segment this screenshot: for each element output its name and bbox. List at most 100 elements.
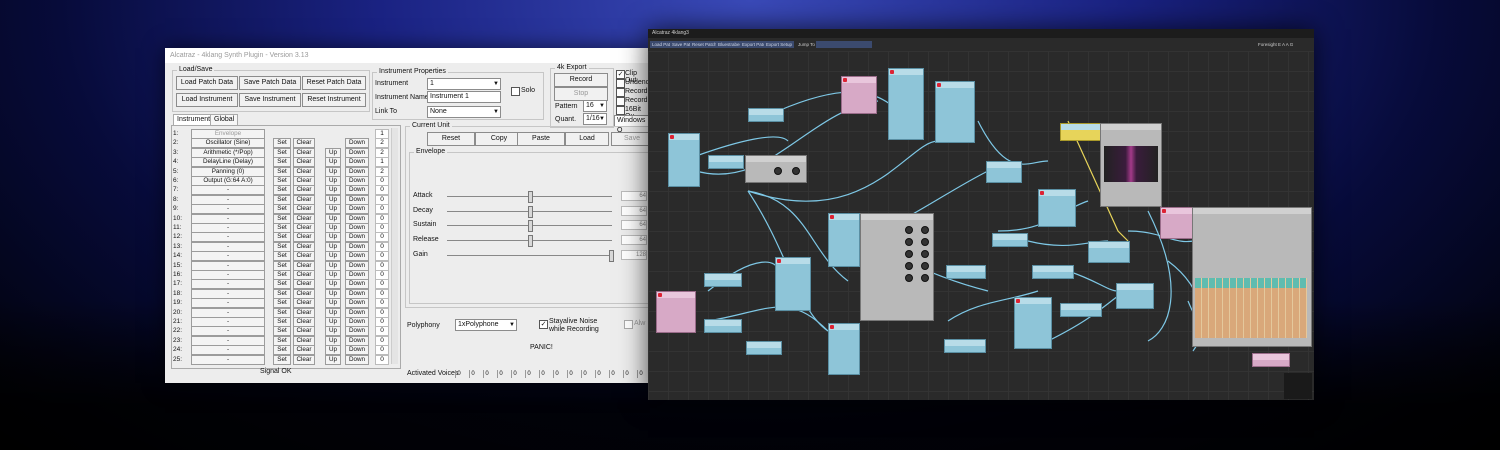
scale-node[interactable]: [708, 155, 744, 169]
close-icon[interactable]: [658, 293, 662, 297]
oscillator-node[interactable]: [888, 68, 924, 140]
knob[interactable]: [905, 274, 913, 282]
close-icon[interactable]: [777, 259, 781, 263]
param-slider[interactable]: [447, 191, 612, 203]
signal-visualizer-node[interactable]: [1060, 123, 1102, 141]
oscillator-detail-node[interactable]: [860, 213, 934, 321]
scale-node[interactable]: [704, 319, 742, 333]
link-to-select[interactable]: None ▼: [427, 106, 501, 118]
voice-manager-panel[interactable]: [1192, 207, 1312, 347]
knob[interactable]: [921, 274, 929, 282]
close-icon[interactable]: [830, 215, 834, 219]
knob[interactable]: [921, 226, 929, 234]
slider-thumb[interactable]: [609, 249, 614, 262]
polyphony-select[interactable]: 1xPolyphone ▼: [455, 319, 517, 331]
save-instrument-button[interactable]: Save Instrument: [239, 93, 301, 107]
reset-instrument-button[interactable]: Reset Instrument: [302, 93, 366, 107]
tab-global[interactable]: Global: [210, 114, 239, 125]
param-slider[interactable]: [447, 220, 612, 233]
scale-node[interactable]: [704, 273, 742, 287]
knob[interactable]: [905, 238, 913, 246]
close-icon[interactable]: [890, 70, 894, 74]
knob[interactable]: [774, 167, 782, 175]
param-value[interactable]: 64: [621, 220, 647, 231]
export-setup-toolbar-button[interactable]: Export Setup: [764, 41, 795, 48]
reset-unit-button[interactable]: Reset: [427, 132, 475, 146]
unit-value-field[interactable]: 0: [375, 354, 389, 365]
quant-select[interactable]: 1/16 ▼: [583, 113, 607, 125]
unit-clear-button[interactable]: Clear: [293, 354, 315, 365]
close-icon[interactable]: [1016, 299, 1020, 303]
voice-attack-velocity-node[interactable]: [946, 265, 986, 279]
voice-mixer-node[interactable]: [1116, 283, 1154, 309]
knob[interactable]: [921, 250, 929, 258]
lfo-node[interactable]: [656, 291, 696, 333]
oscillator-node[interactable]: [828, 213, 860, 267]
param-value[interactable]: 64: [621, 191, 647, 201]
load-instrument-button[interactable]: Load Instrument: [176, 93, 238, 107]
stayalive-checkbox[interactable]: ✓: [539, 320, 548, 329]
adsr-node[interactable]: [668, 133, 700, 187]
signal-visualizer-panel[interactable]: [1100, 123, 1162, 207]
param-slider[interactable]: [447, 235, 612, 248]
scale-detail-node[interactable]: [745, 155, 807, 183]
close-icon[interactable]: [830, 325, 834, 329]
jump-to-select[interactable]: [816, 41, 872, 48]
paste-unit-button[interactable]: Paste: [517, 132, 565, 146]
instrument-name-field[interactable]: Instrument 1: [427, 91, 501, 103]
bq-filter-node[interactable]: [1038, 189, 1076, 227]
slider-thumb[interactable]: [528, 235, 533, 248]
knob[interactable]: [792, 167, 800, 175]
undenormalize-checkbox[interactable]: [616, 79, 625, 88]
param-slider[interactable]: [447, 205, 612, 218]
slider-thumb[interactable]: [528, 220, 533, 233]
solo-checkbox[interactable]: [511, 87, 520, 96]
close-icon[interactable]: [1162, 209, 1166, 213]
pattern-select[interactable]: 16 ▼: [583, 100, 607, 112]
param-value[interactable]: 128: [621, 249, 647, 260]
close-icon[interactable]: [670, 135, 674, 139]
clip-output-checkbox[interactable]: ✓: [616, 70, 625, 79]
load-unit-button[interactable]: Load: [565, 132, 609, 146]
always-checkbox[interactable]: [624, 320, 633, 329]
adsr-node[interactable]: [1014, 297, 1052, 349]
send-signal-node[interactable]: [1060, 303, 1102, 317]
trigger-node[interactable]: [1252, 353, 1290, 367]
unit-down-button[interactable]: Down: [345, 354, 369, 365]
stop-button[interactable]: Stop: [554, 87, 608, 101]
instrument-select[interactable]: 1 ▼: [427, 78, 501, 90]
pattern-header[interactable]: [1195, 278, 1307, 288]
slider-thumb[interactable]: [528, 205, 533, 218]
knob[interactable]: [921, 262, 929, 270]
panning-node[interactable]: [1088, 241, 1130, 263]
lfo-node[interactable]: [841, 76, 877, 114]
close-icon[interactable]: [937, 83, 941, 87]
envelope-random-node[interactable]: [1032, 265, 1074, 279]
voice-attack-velocity-node[interactable]: [944, 339, 986, 353]
param-slider[interactable]: [447, 249, 614, 262]
close-icon[interactable]: [1040, 191, 1044, 195]
save-unit-button[interactable]: Save: [611, 132, 650, 146]
unit-name-button[interactable]: -: [191, 354, 265, 365]
node-graph-canvas[interactable]: [648, 51, 1314, 400]
oscillator-node[interactable]: [935, 81, 975, 143]
unit-set-button[interactable]: Set: [273, 354, 291, 365]
copy-unit-button[interactable]: Copy: [475, 132, 523, 146]
param-value[interactable]: 64: [621, 235, 647, 246]
knob[interactable]: [905, 262, 913, 270]
load-patch-button[interactable]: Load Patch Data: [176, 76, 238, 90]
param-value[interactable]: 64: [621, 205, 647, 216]
multiply-node[interactable]: [986, 161, 1022, 183]
reset-patch-button[interactable]: Reset Patch Data: [302, 76, 366, 90]
knob[interactable]: [921, 238, 929, 246]
oscillator-node[interactable]: [828, 323, 860, 375]
record-option2-checkbox[interactable]: [616, 97, 625, 106]
knob[interactable]: [905, 226, 913, 234]
map-node[interactable]: [746, 341, 782, 355]
close-icon[interactable]: [843, 78, 847, 82]
oscillator-node[interactable]: [775, 257, 811, 311]
knob[interactable]: [905, 250, 913, 258]
unit-list-scrollbar[interactable]: [391, 128, 398, 364]
tab-instrument[interactable]: Instrument: [173, 114, 215, 125]
reset-patch-toolbar-button[interactable]: Reset Patch: [690, 41, 719, 48]
